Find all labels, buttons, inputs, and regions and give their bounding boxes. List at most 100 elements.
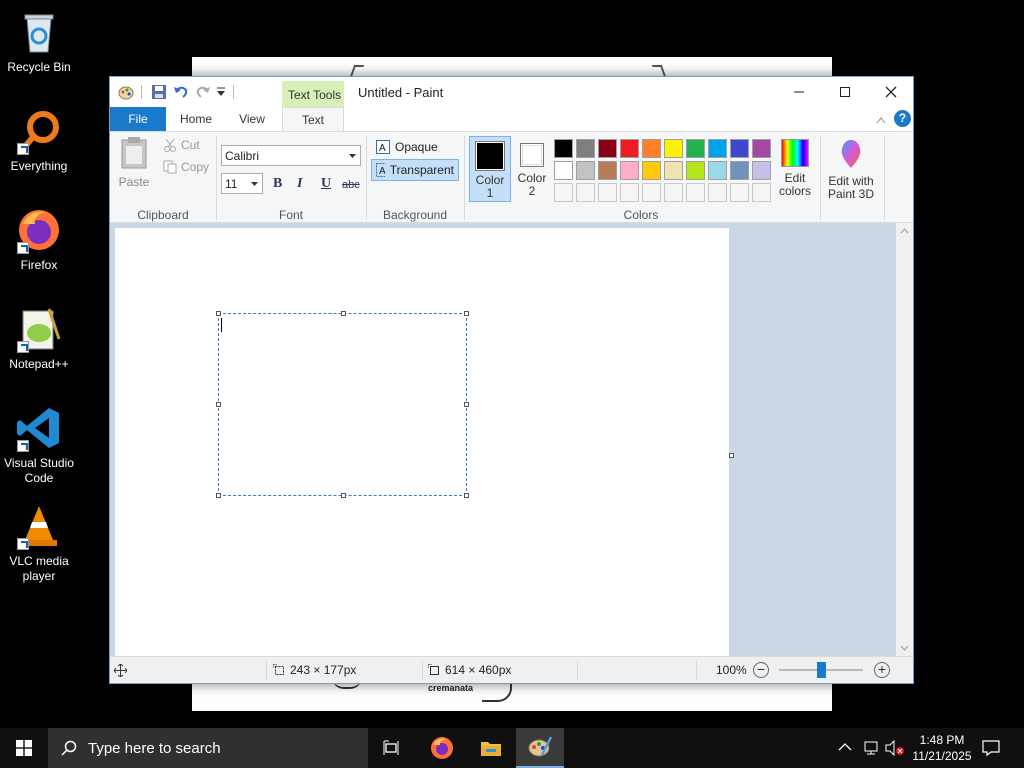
resize-handle[interactable] [464,402,469,407]
minimize-ribbon-icon[interactable] [876,113,886,127]
undo-icon[interactable] [173,84,189,100]
drawing-canvas[interactable] [115,228,729,656]
palette-swatch[interactable] [752,139,771,158]
close-button[interactable] [868,77,914,107]
show-hidden-icons-button[interactable] [838,741,852,755]
palette-swatch[interactable] [554,161,573,180]
zoom-slider-thumb[interactable] [817,662,826,678]
palette-swatch[interactable] [554,139,573,158]
redo-icon[interactable] [195,84,211,100]
palette-swatch[interactable] [576,139,595,158]
help-icon[interactable]: ? [894,110,911,127]
font-family-select[interactable]: Calibri [221,145,361,166]
custom-color-slot[interactable] [554,183,573,202]
palette-swatch[interactable] [620,161,639,180]
desktop-icon-notepadpp[interactable]: Notepad++ [0,305,78,372]
clock[interactable]: 1:48 PM 11/21/2025 [910,732,974,764]
text-input-box[interactable] [218,313,467,496]
firefox-icon [431,737,453,759]
edit-colors-label: Edit colors [778,171,811,198]
palette-swatch[interactable] [752,161,771,180]
notifications-button[interactable] [982,739,1000,760]
palette-swatch[interactable] [730,139,749,158]
palette-swatch[interactable] [598,161,617,180]
custom-color-slot[interactable] [620,183,639,202]
taskbar-file-explorer[interactable] [467,728,515,768]
vlc-icon [15,502,63,550]
palette-swatch[interactable] [664,139,683,158]
taskbar-search-box[interactable]: Type here to search [48,728,368,768]
zoom-in-button[interactable]: + [874,662,890,678]
resize-handle[interactable] [216,311,221,316]
italic-button[interactable]: I [297,176,302,192]
cut-button[interactable]: Cut [163,138,200,152]
qat-separator [141,85,142,99]
palette-swatch[interactable] [642,139,661,158]
font-group-label: Font [278,208,303,222]
palette-swatch[interactable] [620,139,639,158]
custom-color-slot[interactable] [598,183,617,202]
desktop-icon-vscode[interactable]: Visual Studio Code [0,404,78,486]
resize-handle[interactable] [464,493,469,498]
taskbar-firefox[interactable] [418,728,466,768]
save-icon[interactable] [151,84,167,100]
color1-button[interactable]: Color 1 [469,136,511,202]
start-button[interactable] [0,728,48,768]
taskbar-paint[interactable] [516,728,564,768]
palette-swatch[interactable] [708,139,727,158]
palette-swatch[interactable] [730,161,749,180]
desktop-icon-recycle-bin[interactable]: Recycle Bin [0,8,78,75]
custom-color-slot[interactable] [752,183,771,202]
copy-button[interactable]: Copy [163,160,209,174]
maximize-button[interactable] [822,77,868,107]
scroll-up-icon[interactable] [900,228,909,234]
palette-swatch[interactable] [686,139,705,158]
custom-color-slot[interactable] [708,183,727,202]
volume-muted-icon[interactable] [885,739,905,759]
zoom-out-button[interactable]: − [753,662,769,678]
resize-handle[interactable] [341,493,346,498]
resize-handle[interactable] [464,311,469,316]
color2-button[interactable]: Color 2 [513,136,551,202]
underline-button[interactable]: U [321,176,331,192]
tab-text[interactable]: Text [282,107,344,132]
palette-swatch[interactable] [708,161,727,180]
palette-swatch[interactable] [642,161,661,180]
resize-handle[interactable] [341,311,346,316]
desktop-icon-everything[interactable]: Everything [0,107,78,174]
custom-color-slot[interactable] [730,183,749,202]
paste-button[interactable]: Paste [118,136,150,189]
opaque-option[interactable]: A Opaque [373,138,441,156]
strikethrough-button[interactable]: abc [342,179,360,191]
custom-color-slot[interactable] [686,183,705,202]
desktop-icon-vlc[interactable]: VLC media player [0,502,78,584]
edit-with-paint3d-button[interactable]: Edit with Paint 3D [822,136,880,201]
vertical-scrollbar[interactable] [896,223,913,656]
task-view-button[interactable] [368,728,416,768]
customize-qat-icon[interactable] [216,86,232,102]
status-divider [577,661,578,680]
palette-swatch[interactable] [686,161,705,180]
transparent-option[interactable]: A Transparent [371,159,459,181]
minimize-button[interactable] [776,77,822,107]
palette-swatch[interactable] [664,161,683,180]
desktop-icon-firefox[interactable]: Firefox [0,206,78,273]
palette-swatch[interactable] [576,161,595,180]
tab-view[interactable]: View [224,107,280,131]
tab-file[interactable]: File [110,107,166,131]
resize-handle[interactable] [216,402,221,407]
bold-button[interactable]: B [273,176,282,192]
scroll-down-icon[interactable] [900,645,909,651]
resize-handle[interactable] [216,493,221,498]
tab-home[interactable]: Home [168,107,224,131]
palette-swatch[interactable] [598,139,617,158]
edit-colors-button[interactable]: Edit colors [773,136,817,198]
custom-color-slot[interactable] [576,183,595,202]
network-icon[interactable] [862,740,880,759]
canvas-resize-handle[interactable] [729,453,734,458]
custom-color-slot[interactable] [664,183,683,202]
paint-app-icon[interactable] [118,84,134,100]
custom-color-slot[interactable] [642,183,661,202]
font-size-select[interactable]: 11 [221,173,263,194]
status-divider [266,661,267,680]
